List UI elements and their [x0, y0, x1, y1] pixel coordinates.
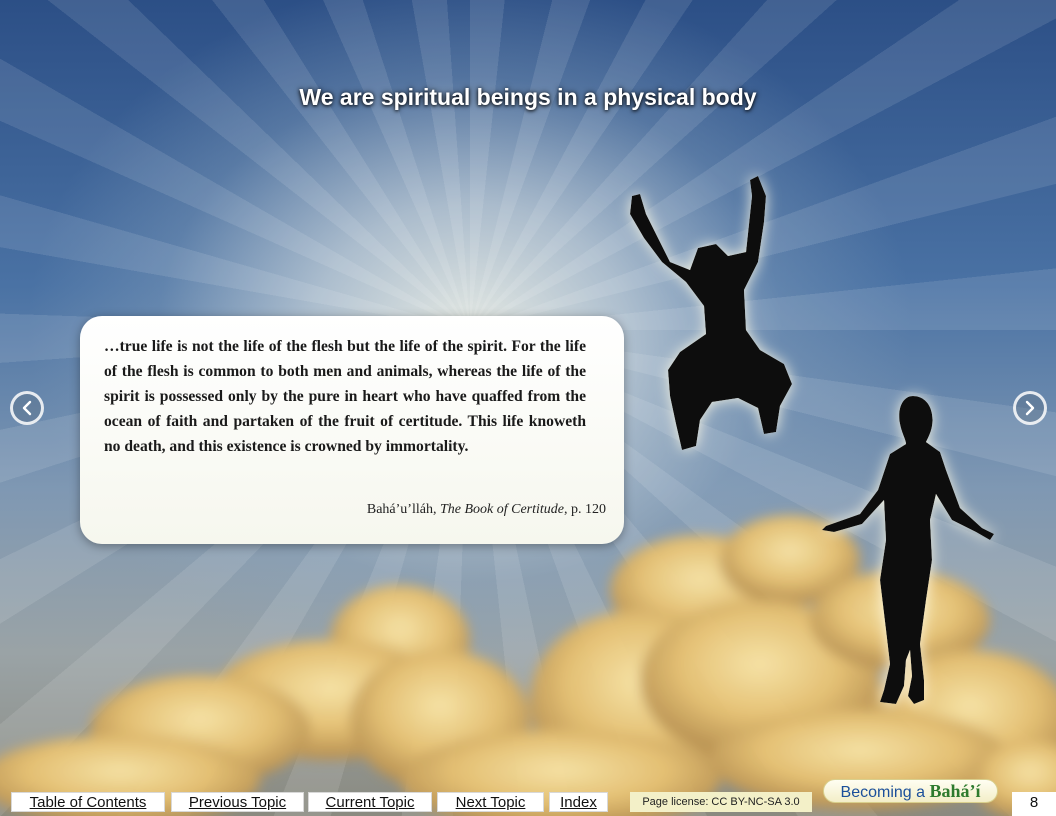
quote-page-ref: , p. 120: [564, 502, 606, 517]
license-label: Page license: CC BY-NC-SA 3.0: [630, 792, 812, 812]
quote-book-title: The Book of Certitude: [439, 502, 564, 517]
jumping-man-silhouette: [630, 176, 792, 450]
page-number: 8: [1012, 792, 1056, 816]
quote-text: …true life is not the life of the flesh …: [104, 338, 586, 455]
previous-topic-link[interactable]: Previous Topic: [171, 792, 304, 812]
page-title: We are spiritual beings in a physical bo…: [299, 84, 757, 110]
current-topic-link[interactable]: Current Topic: [308, 792, 432, 812]
brand-prefix: Becoming a: [840, 784, 926, 801]
quote-box: …true life is not the life of the flesh …: [80, 316, 624, 544]
table-of-contents-link[interactable]: Table of Contents: [11, 792, 165, 812]
brand-logo[interactable]: Becoming a Bahá’í: [823, 779, 998, 803]
index-link[interactable]: Index: [549, 792, 608, 812]
standing-woman-silhouette: [822, 396, 994, 704]
brand-name: Bahá’í: [929, 781, 981, 801]
next-topic-link[interactable]: Next Topic: [437, 792, 544, 812]
quote-citation: Bahá’u’lláh, The Book of Certitude, p. 1…: [367, 502, 606, 518]
next-page-button[interactable]: [1013, 391, 1047, 425]
quote-author: Bahá’u’lláh,: [366, 502, 437, 517]
chevron-left-icon: [22, 400, 32, 416]
chevron-right-icon: [1025, 400, 1035, 416]
previous-page-button[interactable]: [10, 391, 44, 425]
